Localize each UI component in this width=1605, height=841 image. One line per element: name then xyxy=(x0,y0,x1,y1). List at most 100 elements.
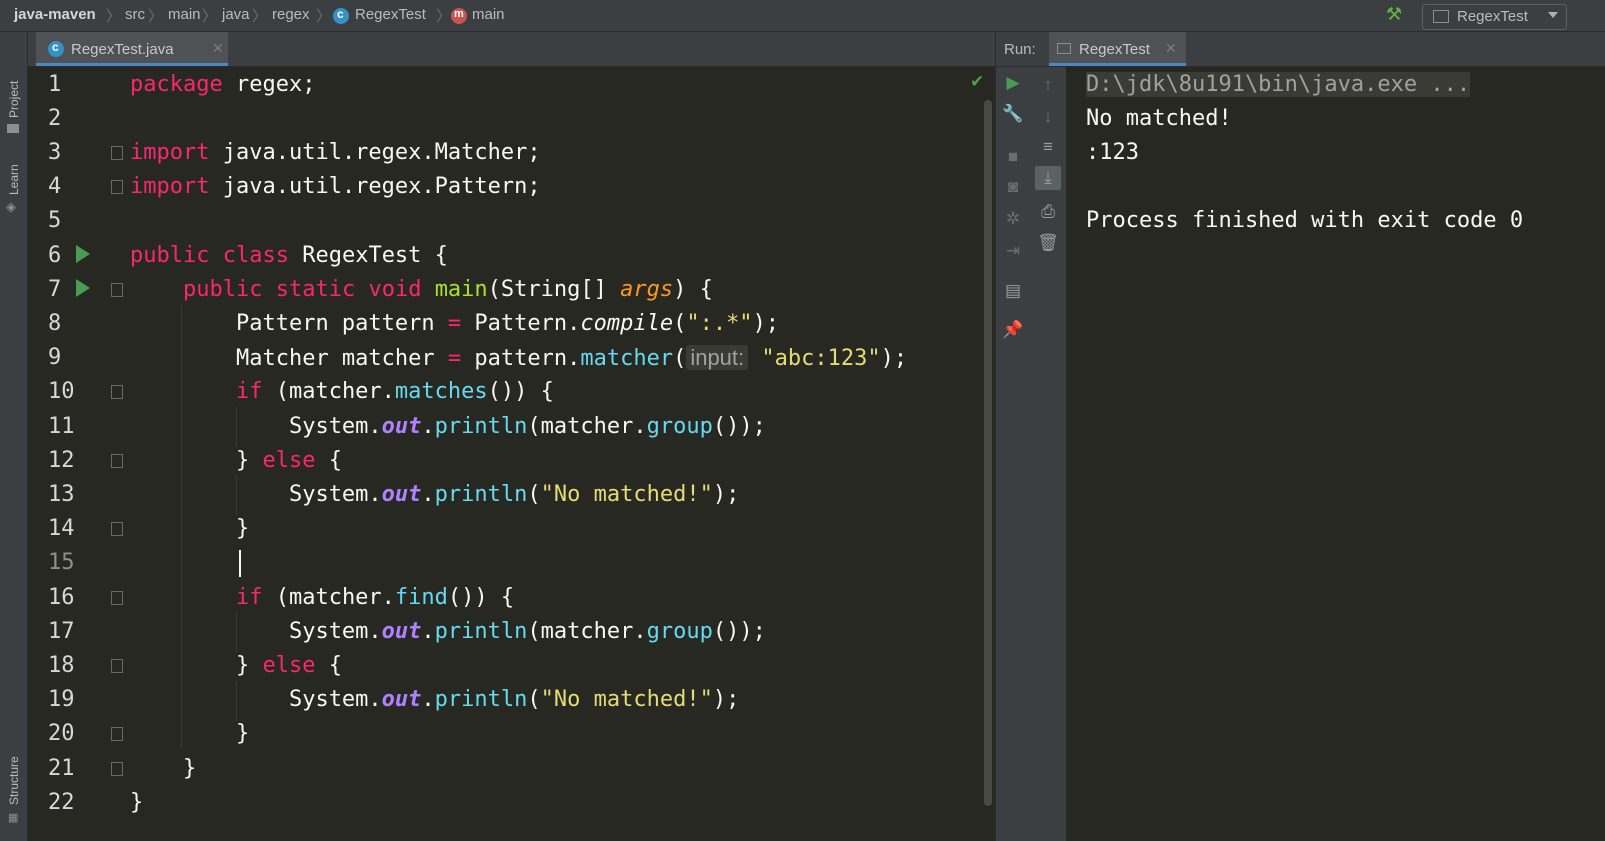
breadcrumb-regex[interactable]: regex xyxy=(272,6,310,23)
keyword-token: import xyxy=(130,140,210,165)
breadcrumb-project[interactable]: java-maven xyxy=(14,6,96,23)
run-panel-label: Run: xyxy=(1004,41,1036,58)
code-token: . xyxy=(421,619,435,644)
code-line: } xyxy=(130,516,249,541)
scroll-up-icon[interactable]: ↑ xyxy=(1034,75,1062,95)
fold-marker-icon[interactable] xyxy=(111,762,123,776)
code-token: } xyxy=(235,448,263,473)
code-token: } xyxy=(235,516,250,541)
keyword-token: else xyxy=(262,653,316,678)
breadcrumb-separator: 〉 xyxy=(436,8,452,25)
code-token: } xyxy=(235,653,263,678)
code-token: (String[] xyxy=(487,277,621,302)
stop-icon[interactable]: ■ xyxy=(999,147,1027,167)
method-token: matches xyxy=(394,379,488,404)
code-token: } xyxy=(130,790,144,815)
code-line: System.out.println("No matched!"); xyxy=(130,482,739,507)
fold-marker-icon[interactable] xyxy=(111,522,123,536)
fold-marker-icon[interactable] xyxy=(111,727,123,741)
fold-marker-icon[interactable] xyxy=(111,385,123,399)
fold-marker-icon[interactable] xyxy=(111,659,123,673)
line-number: 10 xyxy=(48,379,75,404)
wrench-settings-icon[interactable]: 🔧 xyxy=(999,104,1027,124)
structure-tool-button[interactable]: Structure xyxy=(7,756,21,805)
code-token: } xyxy=(182,756,197,781)
tab-regextest-java[interactable]: c RegexTest.java ✕ xyxy=(36,32,228,66)
code-token: java.util.regex.Pattern; xyxy=(222,174,541,199)
fold-marker-icon[interactable] xyxy=(111,454,123,468)
fold-marker-icon[interactable] xyxy=(111,283,123,297)
inspection-ok-check-icon[interactable]: ✔ xyxy=(970,72,984,92)
code-token: (matcher. xyxy=(262,379,395,404)
code-editor[interactable]: package regex; import java.util.regex.Ma… xyxy=(130,67,1010,841)
line-number: 19 xyxy=(48,687,75,712)
breadcrumb-java[interactable]: java xyxy=(222,6,250,23)
breadcrumb-method[interactable]: main xyxy=(472,6,505,23)
close-icon[interactable]: ✕ xyxy=(1165,40,1177,57)
code-line: import java.util.regex.Matcher; xyxy=(130,140,541,165)
string-token: ":.*" xyxy=(686,311,753,336)
method-token: matcher xyxy=(580,346,674,371)
scroll-down-icon[interactable]: ↓ xyxy=(1034,107,1062,127)
console-command-line: D:\jdk\8u191\bin\java.exe ... xyxy=(1086,72,1471,97)
layout-icon[interactable]: ▤ xyxy=(999,281,1027,301)
application-icon xyxy=(1057,43,1071,54)
breadcrumb-src[interactable]: src xyxy=(125,6,145,23)
close-icon[interactable]: ✕ xyxy=(212,40,224,57)
code-token: java.util.regex.Matcher; xyxy=(222,140,541,165)
code-token: ()) { xyxy=(447,585,515,610)
keyword-token: if xyxy=(235,585,263,610)
fold-marker-icon[interactable] xyxy=(111,180,123,194)
print-icon[interactable]: ⎙ xyxy=(1034,202,1062,222)
keyword-token: if xyxy=(235,379,263,404)
breadcrumb-main[interactable]: main xyxy=(168,6,201,23)
code-line: System.out.println("No matched!"); xyxy=(130,687,739,712)
run-class-icon[interactable] xyxy=(76,245,90,263)
exit-icon[interactable]: ⇥ xyxy=(999,241,1027,261)
trash-icon[interactable]: 🗑 xyxy=(1034,233,1062,253)
console-exit-line: Process finished with exit code 0 xyxy=(1086,208,1524,233)
code-token: . xyxy=(421,414,435,439)
code-token: ); xyxy=(880,346,908,371)
learn-tool-button[interactable]: Learn xyxy=(7,164,21,195)
run-configuration-dropdown[interactable]: RegexTest xyxy=(1422,4,1567,30)
line-number: 2 xyxy=(48,106,62,131)
editor-scrollbar[interactable] xyxy=(984,100,992,806)
rerun-icon[interactable]: ▶ xyxy=(999,73,1027,93)
breadcrumb-separator: 〉 xyxy=(316,8,332,25)
learn-icon: ◈ xyxy=(6,199,16,214)
code-token: RegexTest { xyxy=(302,243,448,268)
keyword-token: public xyxy=(182,277,263,302)
keyword-token: = xyxy=(447,311,462,336)
fold-marker-icon[interactable] xyxy=(111,146,123,160)
editor-gutter: 1 2 3 4 5 6 7 8 9 10 11 12 13 14 15 16 1… xyxy=(28,67,130,841)
camera-icon[interactable]: ◙ xyxy=(999,177,1027,197)
run-main-icon[interactable] xyxy=(76,279,90,297)
static-method-token: compile xyxy=(580,311,674,336)
keyword-token: package xyxy=(130,72,223,97)
code-token: ()); xyxy=(712,619,766,644)
code-line: public class RegexTest { xyxy=(130,243,448,268)
line-number: 4 xyxy=(48,174,62,199)
breadcrumb-class[interactable]: RegexTest xyxy=(355,6,426,23)
code-token: } xyxy=(235,721,250,746)
code-token: ); xyxy=(712,687,740,712)
console-output-line: No matched! xyxy=(1086,106,1232,131)
console-output[interactable]: D:\jdk\8u191\bin\java.exe ... No matched… xyxy=(1066,67,1605,841)
string-token: "No matched!" xyxy=(540,687,713,712)
class-icon: c xyxy=(333,7,349,24)
fold-marker-icon[interactable] xyxy=(111,591,123,605)
line-number: 20 xyxy=(48,721,75,746)
project-tool-button[interactable]: Project xyxy=(7,81,21,118)
code-token: ()); xyxy=(712,414,766,439)
debug-icon[interactable]: ✲ xyxy=(999,209,1027,229)
line-number: 15 xyxy=(48,550,75,575)
build-hammer-icon[interactable]: ⚒ xyxy=(1386,4,1402,25)
pin-icon[interactable]: 📌 xyxy=(999,320,1027,340)
static-field-token: out xyxy=(381,414,422,439)
static-field-token: out xyxy=(381,687,422,712)
line-number: 22 xyxy=(48,790,75,815)
run-tab-regextest[interactable]: RegexTest ✕ xyxy=(1049,32,1186,66)
left-tool-strip: Project Learn ◈ Structure ▦ xyxy=(0,32,28,841)
soft-wrap-icon[interactable]: ≡ xyxy=(1034,137,1062,157)
